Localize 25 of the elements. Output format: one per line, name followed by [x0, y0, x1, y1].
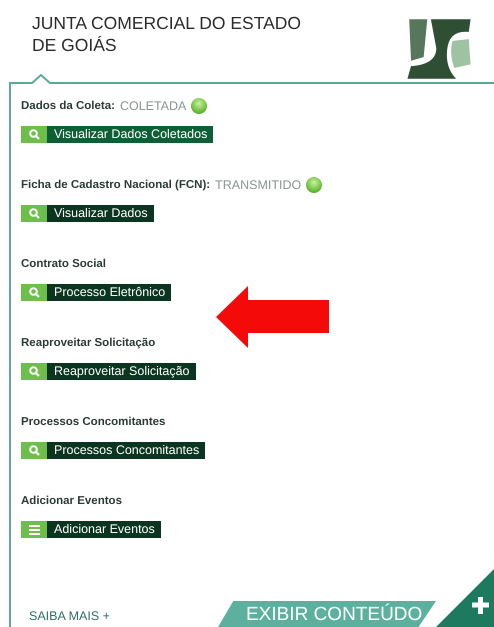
agency-title: JUNTA COMERCIAL DO ESTADO DE GOIÁS	[32, 12, 302, 56]
action-button[interactable]: Visualizar Dados	[21, 205, 154, 222]
action-button[interactable]: Reaproveitar Solicitação	[21, 363, 196, 380]
plus-corner-button[interactable]	[436, 569, 494, 627]
section-label: Ficha de Cadastro Nacional (FCN):	[21, 179, 210, 191]
status-text: TRANSMITIDO	[215, 178, 302, 192]
action-button[interactable]: Visualizar Dados Coletados	[21, 126, 214, 143]
search-icon	[28, 445, 40, 456]
section-label: Reaproveitar Solicitação	[21, 337, 156, 349]
section-label: Processos Concomitantes	[21, 416, 166, 428]
action-button[interactable]: Processos Concomitantes	[21, 442, 206, 459]
search-icon	[28, 208, 40, 219]
search-icon	[28, 366, 40, 377]
section-label: Adicionar Eventos	[21, 495, 122, 507]
menu-icon	[28, 524, 40, 534]
section-label: Contrato Social	[21, 258, 106, 270]
status-dot	[191, 98, 208, 114]
search-icon	[28, 287, 40, 298]
status-dot	[306, 177, 322, 193]
section-label: Dados da Coleta:	[21, 100, 115, 112]
action-button[interactable]: Adicionar Eventos	[21, 521, 161, 538]
status-text: COLETADA	[120, 99, 186, 113]
search-icon	[28, 129, 40, 140]
action-button[interactable]: Processo Eletrônico	[21, 284, 172, 301]
more-link[interactable]: SAIBA MAIS +	[29, 609, 110, 623]
